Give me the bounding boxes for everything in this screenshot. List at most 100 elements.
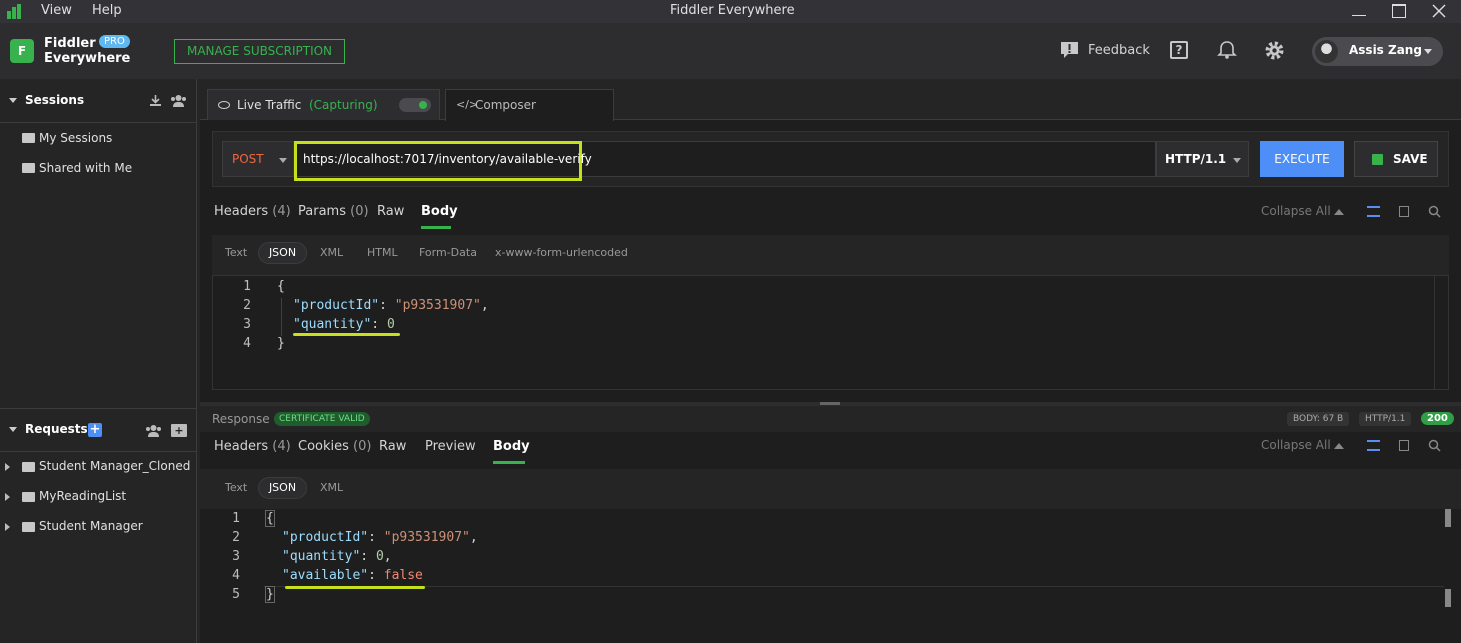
scrollbar-thumb[interactable] xyxy=(1445,509,1451,527)
body-type-form-data[interactable]: Form-Data xyxy=(419,246,477,259)
sidebar-item-shared-with-me[interactable]: Shared with Me xyxy=(0,159,196,179)
execute-button[interactable]: EXECUTE xyxy=(1260,141,1344,177)
avatar xyxy=(1315,40,1338,63)
chevron-down-icon xyxy=(279,158,287,163)
active-tab-underline xyxy=(421,226,451,229)
request-tab-params[interactable]: Params (0) xyxy=(298,204,369,219)
collapse-arrow-icon[interactable] xyxy=(9,98,17,103)
http-version-select[interactable]: HTTP/1.1 xyxy=(1156,141,1249,177)
add-request-icon[interactable]: + xyxy=(88,423,102,437)
close-icon[interactable] xyxy=(1432,4,1446,18)
help-icon[interactable]: ? xyxy=(1170,41,1188,59)
editor-scrollbar[interactable] xyxy=(1434,276,1448,389)
response-tab-body[interactable]: Body xyxy=(493,439,530,454)
collapse-all-button[interactable]: Collapse All xyxy=(1261,438,1331,452)
user-menu[interactable]: Assis Zang xyxy=(1312,37,1443,66)
copy-icon[interactable] xyxy=(1399,440,1409,451)
sidebar-item-label: Shared with Me xyxy=(39,161,133,175)
manage-subscription-button[interactable]: MANAGE SUBSCRIPTION xyxy=(174,39,345,64)
logo-line1: Fiddler xyxy=(44,36,96,51)
user-name: Assis Zang xyxy=(1349,43,1422,57)
body-type-text[interactable]: Text xyxy=(225,481,247,494)
response-body-type-bar xyxy=(200,469,1461,509)
search-icon[interactable] xyxy=(1428,205,1441,218)
search-icon[interactable] xyxy=(1428,439,1441,452)
share-users-icon[interactable] xyxy=(145,424,162,437)
pro-badge: PRO xyxy=(99,35,130,48)
method-select[interactable]: POST xyxy=(222,141,294,177)
request-tab-raw[interactable]: Raw xyxy=(377,204,404,219)
collection-folder-icon xyxy=(22,492,35,502)
tab-label: Params xyxy=(298,204,346,219)
tab-composer[interactable]: </> Composer xyxy=(445,89,614,121)
expand-arrow-icon[interactable] xyxy=(5,463,10,471)
save-button[interactable]: SAVE xyxy=(1354,141,1438,177)
app-header: F Fiddler Everywhere PRO MANAGE SUBSCRIP… xyxy=(0,23,1461,79)
add-folder-icon[interactable]: + xyxy=(171,424,187,437)
body-type-xml[interactable]: XML xyxy=(320,481,343,494)
code-line: { xyxy=(277,279,285,294)
feedback-button[interactable]: Feedback xyxy=(1088,43,1150,58)
download-icon[interactable] xyxy=(149,94,162,107)
response-tab-preview[interactable]: Preview xyxy=(425,439,476,454)
collection-item[interactable]: MyReadingList xyxy=(0,487,196,507)
tab-label: Raw xyxy=(379,439,407,454)
scrollbar-thumb[interactable] xyxy=(1445,589,1451,607)
collection-folder-icon xyxy=(22,522,35,532)
collection-item[interactable]: Student Manager_Cloned xyxy=(0,457,196,477)
feedback-icon[interactable] xyxy=(1060,41,1079,59)
capturing-status: (Capturing) xyxy=(309,98,378,112)
share-users-icon[interactable] xyxy=(170,94,187,107)
word-wrap-icon[interactable] xyxy=(1367,206,1380,217)
collapse-arrow-icon[interactable] xyxy=(9,427,17,432)
sidebar: Sessions My Sessions Shared with Me Requ… xyxy=(0,79,197,643)
eye-icon xyxy=(218,101,230,109)
certificate-badge: CERTIFICATE VALID xyxy=(274,412,370,426)
response-tab-headers[interactable]: Headers (4) xyxy=(214,439,291,454)
maximize-icon[interactable] xyxy=(1392,4,1406,18)
body-type-json[interactable]: JSON xyxy=(258,477,307,499)
response-tab-raw[interactable]: Raw xyxy=(379,439,406,454)
request-tab-body[interactable]: Body xyxy=(421,204,458,219)
requests-title: Requests xyxy=(25,422,88,436)
notifications-bell-icon[interactable] xyxy=(1217,40,1237,60)
collection-label: Student Manager_Cloned xyxy=(39,459,191,473)
chevron-up-icon[interactable] xyxy=(1334,443,1344,449)
splitter-handle[interactable] xyxy=(820,402,840,405)
body-type-html[interactable]: HTML xyxy=(367,246,398,259)
tab-live-traffic[interactable]: Live Traffic (Capturing) xyxy=(207,89,440,120)
status-code-badge: 200 xyxy=(1421,412,1454,425)
line-number: 2 xyxy=(232,530,240,545)
save-floppy-icon xyxy=(1372,154,1383,165)
menu-help[interactable]: Help xyxy=(92,3,122,18)
capture-toggle[interactable] xyxy=(399,98,431,112)
body-type-text[interactable]: Text xyxy=(225,246,247,259)
tab-label: Preview xyxy=(425,439,476,454)
tab-label: Body xyxy=(421,204,458,219)
settings-gear-icon[interactable] xyxy=(1264,40,1285,61)
sidebar-item-my-sessions[interactable]: My Sessions xyxy=(0,129,196,149)
expand-arrow-icon[interactable] xyxy=(5,523,10,531)
collection-item[interactable]: Student Manager xyxy=(0,517,196,537)
expand-arrow-icon[interactable] xyxy=(5,493,10,501)
request-tab-headers[interactable]: Headers (4) xyxy=(214,204,291,219)
chevron-up-icon[interactable] xyxy=(1334,209,1344,215)
method-label: POST xyxy=(232,152,264,166)
app-logo-icon xyxy=(6,3,23,20)
url-text: https://localhost:7017/inventory/availab… xyxy=(303,152,592,166)
body-type-urlencoded[interactable]: x-www-form-urlencoded xyxy=(495,246,628,259)
copy-icon[interactable] xyxy=(1399,206,1409,217)
body-type-json[interactable]: JSON xyxy=(258,242,307,264)
word-wrap-icon[interactable] xyxy=(1367,440,1380,451)
request-body-editor[interactable]: 1 2 3 4 { "productId": "p93531907", "qua… xyxy=(212,275,1449,390)
minimize-icon[interactable] xyxy=(1352,6,1366,18)
body-type-xml[interactable]: XML xyxy=(320,246,343,259)
collection-folder-icon xyxy=(22,462,35,472)
response-tab-cookies[interactable]: Cookies (0) xyxy=(298,439,371,454)
line-number: 3 xyxy=(243,317,251,332)
tab-label: Headers xyxy=(214,439,269,454)
logo-line2: Everywhere xyxy=(44,51,131,66)
response-body-viewer[interactable]: 1 2 3 4 5 { "productId": "p93531907", "q… xyxy=(200,509,1461,643)
collapse-all-button[interactable]: Collapse All xyxy=(1261,204,1331,218)
menu-view[interactable]: View xyxy=(41,3,72,18)
